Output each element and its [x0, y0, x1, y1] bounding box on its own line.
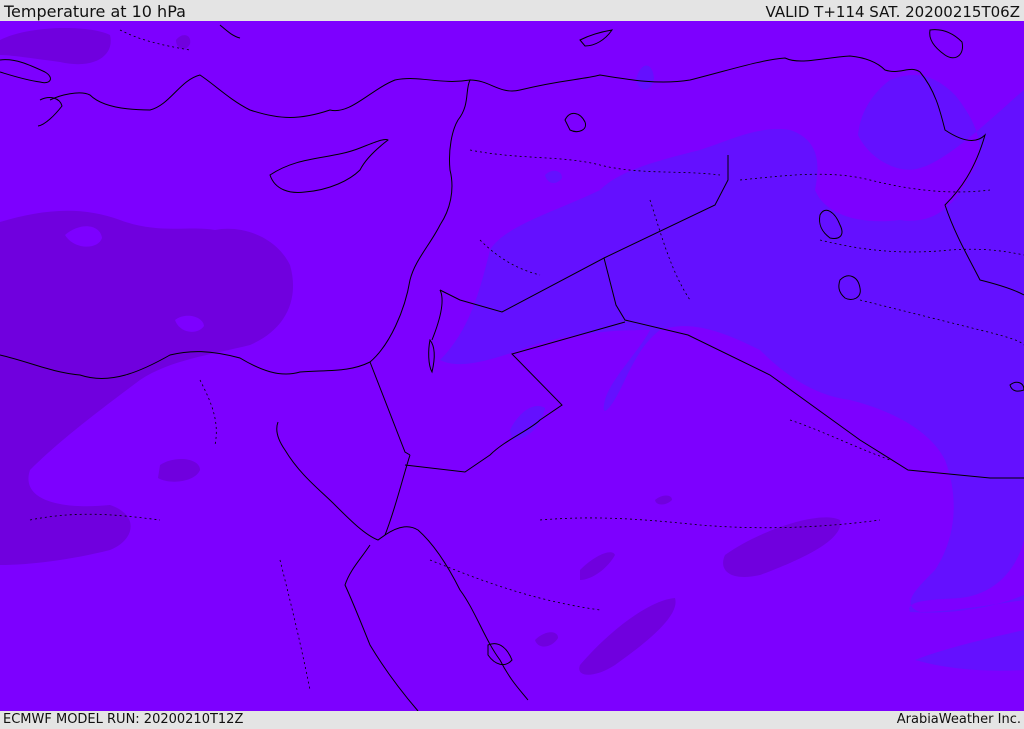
- credit-text: ArabiaWeather Inc.: [896, 712, 1021, 727]
- temperature-map: [0, 21, 1024, 711]
- header-bar: Temperature at 10 hPa VALID T+114 SAT. 2…: [0, 0, 1024, 21]
- footer-bar: ECMWF MODEL RUN: 20200210T12Z ArabiaWeat…: [0, 711, 1024, 729]
- model-run: ECMWF MODEL RUN: 20200210T12Z: [3, 712, 244, 727]
- valid-time: VALID T+114 SAT. 20200215T06Z: [765, 3, 1020, 21]
- map-title: Temperature at 10 hPa: [4, 2, 186, 21]
